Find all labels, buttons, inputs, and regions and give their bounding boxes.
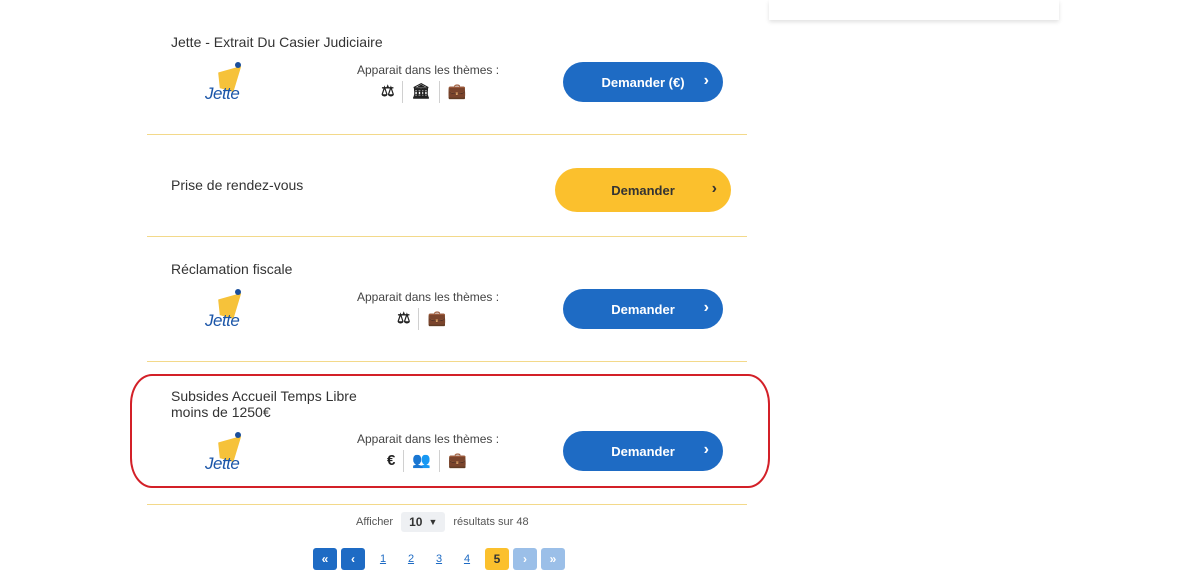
sidebar-card (769, 0, 1059, 20)
current-page[interactable]: 5 (485, 548, 509, 570)
jette-logo: Jette (203, 62, 253, 110)
chevron-right-icon: › (703, 72, 709, 89)
chevron-right-icon: › (703, 299, 709, 316)
show-label: Afficher (356, 516, 394, 528)
request-appointment-button[interactable]: Demander › (555, 168, 731, 212)
themes-label: Apparait dans les thèmes : (357, 63, 500, 77)
item-title: Prise de rendez-vous (171, 177, 304, 193)
list-item: Réclamation fiscale Jette Apparait dans … (147, 237, 747, 362)
list-item: Prise de rendez-vous Demander › (147, 135, 747, 237)
themes-label: Apparait dans les thèmes : (357, 290, 500, 304)
pagination: « ‹ 1 2 3 4 5 › » (313, 548, 569, 570)
last-page-button[interactable]: » (541, 548, 565, 570)
page-link-4[interactable]: 4 (453, 553, 481, 565)
request-paid-button[interactable]: Demander (€) › (563, 62, 723, 102)
balance-scale-icon: ⚖ (389, 308, 420, 330)
jette-logo: Jette (203, 289, 253, 337)
page-link-1[interactable]: 1 (369, 553, 397, 565)
theme-icons: ⚖ 💼 (389, 308, 454, 330)
theme-icons: ⚖ 🏛 💼 (373, 81, 474, 103)
next-page-button[interactable]: › (513, 548, 537, 570)
per-page-select[interactable]: 10 ▼ (401, 512, 446, 532)
briefcase-icon: 💼 (447, 83, 467, 100)
highlight-outline (130, 374, 770, 488)
chevron-down-icon: ▼ (428, 517, 438, 527)
page-link-2[interactable]: 2 (397, 553, 425, 565)
results-count: résultats sur 48 (453, 516, 529, 528)
item-title: Réclamation fiscale (171, 261, 293, 277)
prev-page-button[interactable]: ‹ (341, 548, 365, 570)
page-link-3[interactable]: 3 (425, 553, 453, 565)
results-per-page: Afficher 10 ▼ résultats sur 48 (356, 512, 529, 532)
list-item: Jette - Extrait Du Casier Judiciaire Jet… (147, 0, 747, 135)
item-title: Jette - Extrait Du Casier Judiciaire (171, 34, 383, 50)
landmark-icon: 🏛 (403, 81, 440, 103)
balance-scale-icon: ⚖ (373, 81, 404, 103)
first-page-button[interactable]: « (313, 548, 337, 570)
request-button[interactable]: Demander › (563, 289, 723, 329)
briefcase-icon: 💼 (427, 310, 447, 327)
chevron-right-icon: › (711, 180, 717, 197)
